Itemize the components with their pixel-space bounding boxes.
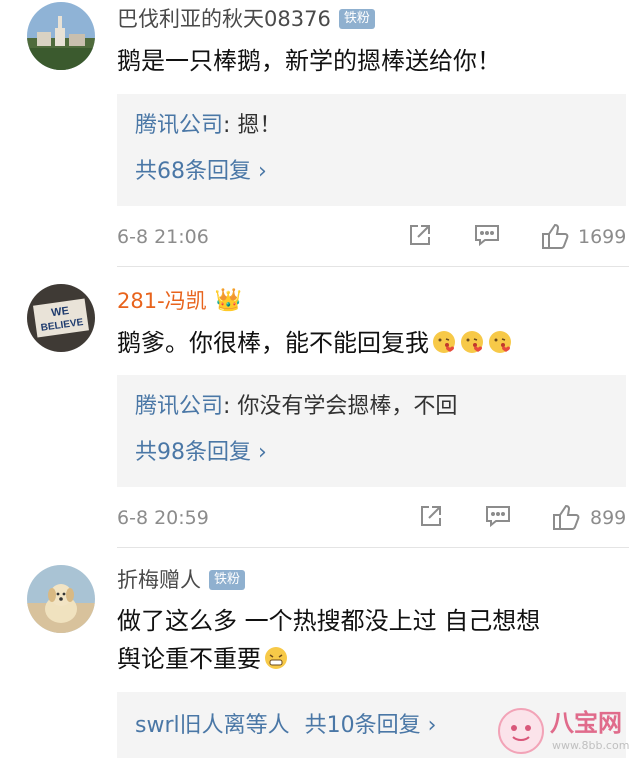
- blowing-kiss-emoji-icon: [459, 328, 485, 366]
- grinning-emoji-icon: [263, 644, 289, 682]
- username[interactable]: 281-冯凯 👑: [117, 287, 242, 315]
- reply-box[interactable]: 腾讯公司: 你没有学会摁棒，不回 共98条回复 ›: [117, 375, 626, 487]
- comment-text-content: 舆论重不重要: [117, 645, 261, 673]
- comment-text: 鹅是一只棒鹅，新学的摁棒送给你！: [117, 47, 501, 75]
- comment-icon[interactable]: [473, 222, 501, 253]
- divider: [117, 547, 629, 548]
- timestamp: 6-8 21:06: [117, 226, 209, 248]
- like-count: 899: [590, 507, 627, 529]
- share-icon[interactable]: [418, 503, 444, 534]
- username[interactable]: 巴伐利亚的秋天08376 铁粉: [117, 5, 375, 33]
- comment-meta: 6-8 20:59 899: [117, 503, 626, 533]
- username-text[interactable]: 281-冯凯: [117, 287, 207, 315]
- reply-text: 你没有学会摁棒，不回: [237, 394, 458, 419]
- divider: [117, 266, 629, 267]
- watermark-url: www.8bb.com: [552, 739, 629, 752]
- username-text[interactable]: 巴伐利亚的秋天08376: [117, 5, 331, 33]
- blowing-kiss-emoji-icon: [431, 328, 457, 366]
- comment-text-line: 舆论重不重要: [117, 640, 617, 682]
- reply-text: 摁！: [237, 113, 282, 138]
- comment-text: 鹅爹。你很棒，能不能回复我: [117, 324, 617, 366]
- more-replies-link[interactable]: 共10条回复 ›: [305, 713, 437, 738]
- crown-icon: 👑: [214, 288, 243, 313]
- comment-text-line: 做了这么多 一个热搜都没上过 自己想想: [117, 607, 541, 635]
- like-count: 1699: [578, 226, 627, 248]
- reply-author[interactable]: 腾讯公司: [135, 394, 223, 419]
- reply-box[interactable]: 腾讯公司: 摁！ 共68条回复 ›: [117, 94, 626, 206]
- share-icon[interactable]: [407, 222, 433, 253]
- like-icon[interactable]: [540, 222, 570, 255]
- comment-text: 做了这么多 一个热搜都没上过 自己想想 舆论重不重要: [117, 602, 617, 682]
- reply-author[interactable]: 腾讯公司: [135, 113, 223, 138]
- avatar[interactable]: WE BELIEVE: [27, 284, 95, 352]
- username-text[interactable]: 折梅赠人: [117, 566, 201, 594]
- comment-text-content: 鹅爹。你很棒，能不能回复我: [117, 329, 429, 357]
- comment-meta: 6-8 21:06 1699: [117, 222, 626, 252]
- more-replies-link[interactable]: 共68条回复 ›: [135, 157, 267, 187]
- blowing-kiss-emoji-icon: [487, 328, 513, 366]
- watermark-logo-icon: [498, 708, 544, 754]
- reply-preview: 腾讯公司: 摁！: [135, 111, 281, 141]
- fan-badge: 铁粉: [338, 9, 375, 29]
- reply-preview: 腾讯公司: 你没有学会摁棒，不回: [135, 392, 457, 422]
- watermark: 八宝网 www.8bb.com: [496, 704, 629, 758]
- reply-preview: swrl旧人离等人 共10条回复 ›: [135, 711, 436, 741]
- timestamp: 6-8 20:59: [117, 507, 209, 529]
- reply-author[interactable]: swrl旧人离等人: [135, 713, 290, 738]
- fan-badge: 铁粉: [209, 570, 246, 590]
- reply-separator: :: [223, 394, 238, 419]
- more-replies-link[interactable]: 共98条回复 ›: [135, 438, 267, 468]
- avatar[interactable]: [27, 2, 95, 70]
- watermark-name: 八宝网: [550, 709, 622, 737]
- username[interactable]: 折梅赠人 铁粉: [117, 566, 246, 594]
- like-icon[interactable]: [551, 503, 581, 536]
- reply-separator: :: [223, 113, 238, 138]
- avatar[interactable]: [27, 565, 95, 633]
- comment-icon[interactable]: [484, 503, 512, 534]
- avatar-text-we: WE: [51, 305, 70, 319]
